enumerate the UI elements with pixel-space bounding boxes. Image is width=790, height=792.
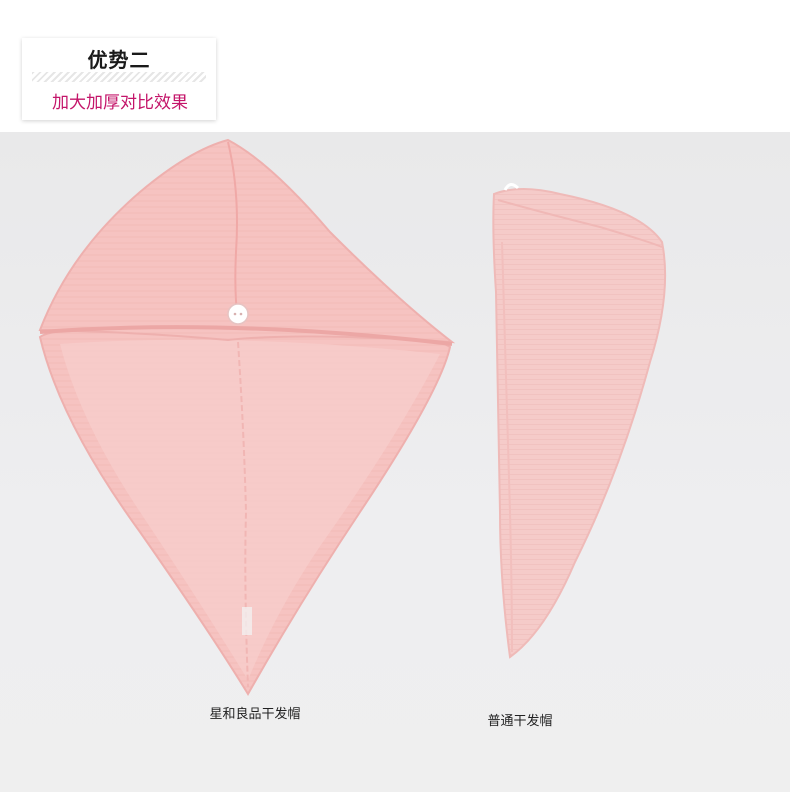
caption-star-towel-cap: 星和良品干发帽: [209, 707, 301, 722]
caption-regular-towel-cap: 普通干发帽: [487, 714, 553, 729]
towel-comparison-illustration: [38, 138, 667, 696]
regular-towel-cap: [492, 183, 667, 659]
product-photo: [0, 132, 790, 792]
button-icon: [227, 303, 249, 325]
title-card: 优势二 加大加厚对比效果: [22, 38, 216, 120]
large-towel-cap: [38, 138, 456, 696]
section-title: 优势二: [87, 48, 151, 72]
label-tag: [242, 607, 252, 635]
header-area: 优势二 加大加厚对比效果: [0, 0, 790, 132]
decorative-stripes: [32, 72, 206, 82]
section-subtitle: 加大加厚对比效果: [52, 93, 188, 113]
